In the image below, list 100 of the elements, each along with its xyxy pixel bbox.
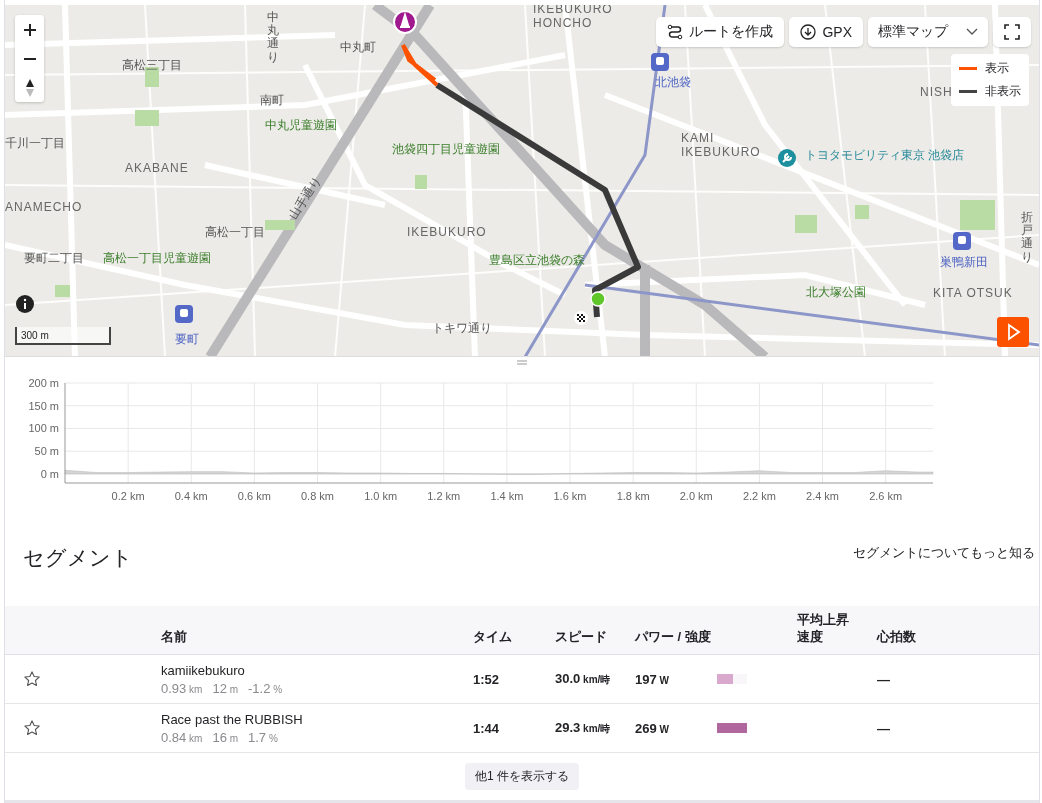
gpx-download-button[interactable]: GPX [789, 17, 863, 47]
train-station-icon [651, 53, 669, 71]
segment-name[interactable]: Race past the RUBBISH [161, 711, 473, 727]
segment-name[interactable]: kamiikebukuro [161, 662, 473, 678]
x-axis-label: 1.8 km [616, 490, 650, 503]
map-label: 中丸児童遊園 [265, 119, 337, 133]
map-label: 豊島区立池袋の森 [489, 254, 585, 268]
x-axis-label: 2.4 km [806, 490, 840, 503]
x-axis-label: 0.6 km [237, 490, 271, 503]
segment-stat: 0.93 km [161, 680, 203, 696]
time-cell-text: 1:44 [473, 720, 501, 736]
segment-stat: -1.2 % [248, 680, 283, 696]
resize-handle-icon[interactable] [517, 359, 527, 365]
map-label: 折戸通り [1021, 211, 1033, 264]
map-label: AKABANE [125, 162, 189, 176]
map-label: 池袋四丁目児童遊園 [392, 143, 500, 157]
speed-cell-text: 30.0 km/時 [555, 669, 612, 688]
map-label: 高松一丁目児童遊園 [103, 252, 211, 266]
wrench-icon [777, 148, 797, 168]
y-axis-label: 200 m [28, 377, 59, 390]
play-button-icon[interactable] [997, 317, 1029, 347]
park-area [135, 110, 159, 126]
map-label: ANAMECHO [5, 201, 83, 215]
park-area [855, 205, 869, 219]
train-station-icon [953, 232, 971, 250]
map-label: IKEBUKURO HONCHO [533, 5, 614, 31]
x-axis-label: 0.4 km [174, 490, 208, 503]
segment-stat: 0.84 km [161, 729, 203, 745]
map-label: 北大塚公園 [806, 286, 866, 300]
x-axis-label: 0.2 km [111, 490, 145, 503]
star-icon [23, 719, 41, 737]
location-dot-icon [590, 291, 606, 307]
x-axis-label: 1.4 km [490, 490, 524, 503]
map-label: 巣鴨新田 [940, 256, 988, 270]
train-station-icon [175, 305, 193, 323]
map-label: トヨタモビリティ東京 池袋店 [805, 149, 965, 163]
compass-icon [24, 77, 35, 98]
map-label: トキワ通り [432, 322, 492, 336]
plus-icon [23, 23, 36, 36]
heart-rate-cell-text: — [877, 720, 891, 736]
route-icon [667, 24, 684, 40]
x-axis-label: 2.6 km [869, 490, 903, 503]
minus-icon [23, 57, 36, 60]
x-axis-label: 2.2 km [742, 490, 776, 503]
time-cell-text: 1:52 [473, 671, 501, 687]
star-button[interactable] [23, 670, 41, 688]
shown-route-line [401, 43, 439, 87]
star-button[interactable] [23, 719, 41, 737]
map-label: 南町 [260, 94, 284, 108]
column-header: 平均上昇速度 [797, 612, 850, 646]
zoom-in-button[interactable] [15, 15, 44, 44]
heart-rate-cell-text: — [877, 671, 891, 687]
map-label: IKEBUKURO [407, 226, 487, 240]
map-label: 北池袋 [655, 76, 691, 90]
map-label: 高松三丁目 [122, 59, 182, 73]
legend-label: 非表示 [985, 83, 1021, 100]
fullscreen-button[interactable] [993, 17, 1031, 47]
y-axis-label: 150 m [28, 400, 59, 413]
star-icon [23, 670, 41, 688]
show-more-button[interactable]: 他1 件を表示する [465, 763, 579, 790]
learn-more-link[interactable]: セグメントについてもっと知る [853, 544, 1035, 563]
x-axis-label: 2.0 km [679, 490, 713, 503]
map-style-select[interactable]: 標準マップ [868, 17, 988, 47]
map-label: 中丸町 [340, 41, 376, 55]
info-icon[interactable] [15, 294, 35, 314]
map-label: KAMI IKEBUKURO [681, 132, 762, 160]
map-label: 要町二丁目 [24, 252, 84, 266]
x-axis-label: 1.6 km [553, 490, 587, 503]
map-label: 要町 [175, 333, 199, 347]
park-area [265, 220, 295, 230]
park-area [795, 215, 817, 233]
segment-stat: 12 m [212, 680, 239, 696]
fullscreen-icon [1004, 24, 1020, 40]
map-label: 千川一丁目 [5, 137, 65, 151]
segment-stat: 1.7 % [248, 729, 278, 745]
section-title: セグメント [23, 545, 133, 572]
power-cell-text: 197 W [635, 671, 670, 687]
column-header: タイム [473, 629, 513, 646]
x-axis-label: 0.8 km [301, 490, 334, 503]
map-scale: 300 m [15, 327, 111, 345]
create-route-button[interactable]: ルートを作成 [656, 17, 785, 47]
column-header: スピード [555, 629, 608, 646]
chevron-down-icon [966, 28, 978, 36]
x-axis-label: 1.0 km [364, 490, 398, 503]
compass-button[interactable] [15, 73, 44, 102]
y-axis-label: 100 m [28, 422, 59, 435]
park-area [55, 285, 70, 297]
map-label: KITA OTSUK [933, 287, 1013, 301]
x-axis-label: 1.2 km [427, 490, 461, 503]
map-label: NISH [920, 86, 953, 100]
park-area [415, 175, 427, 189]
segment-stat: 16 m [212, 729, 239, 745]
map-label: 高松一丁目 [205, 226, 265, 240]
legend-label: 表示 [985, 60, 1009, 77]
power-cell-text: 269 W [635, 720, 670, 736]
y-axis-label: 50 m [34, 445, 59, 458]
y-axis-label: 0 m [40, 468, 59, 481]
download-icon [800, 24, 817, 40]
column-header: 名前 [161, 629, 188, 646]
column-header: パワー / 強度 [635, 629, 712, 646]
